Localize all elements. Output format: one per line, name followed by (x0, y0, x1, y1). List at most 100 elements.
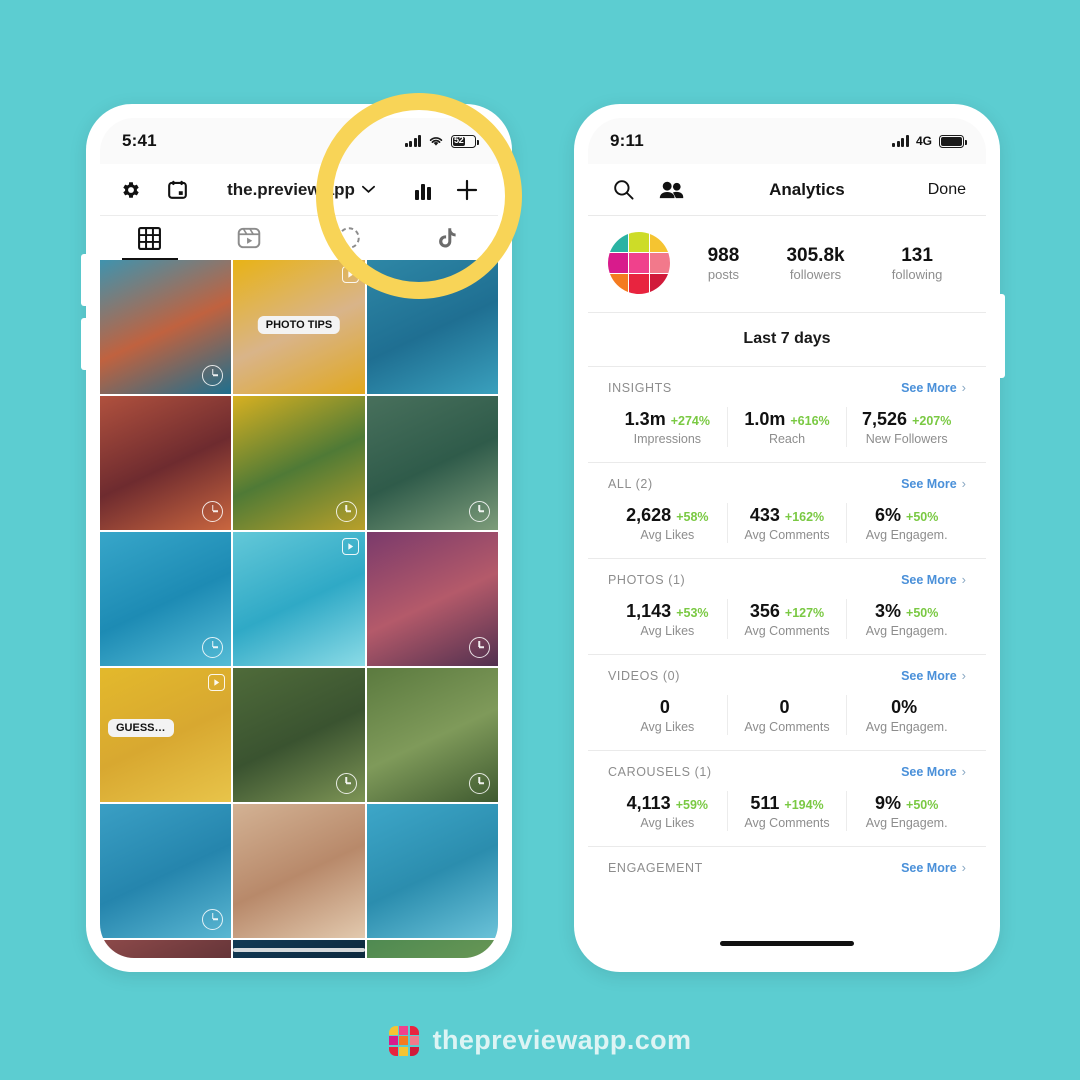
profile-stat[interactable]: 988 posts (708, 244, 740, 283)
metric: 3% +50% Avg Engagem. (846, 599, 966, 639)
avatar-tile (629, 253, 649, 273)
avatar-tile (650, 232, 670, 252)
grid-photo[interactable] (233, 803, 365, 938)
metric-delta: +50% (906, 606, 939, 620)
preview-toolbar: the.preview.app (100, 164, 498, 216)
grid-photo[interactable] (100, 531, 232, 666)
metric-caption: Avg Engagem. (865, 624, 948, 638)
metric-delta: +162% (784, 510, 825, 524)
metric-row: 1.3m +274% Impressions 1.0m +616% Reach 7,526 +… (608, 407, 966, 447)
metric: 1.0m +616% Reach (726, 407, 847, 447)
metric: 0 Avg Likes (608, 695, 727, 735)
chevron-down-icon (361, 185, 375, 194)
tab-reels[interactable] (200, 216, 300, 260)
grid-icon (138, 226, 162, 250)
grid-photo[interactable] (366, 939, 498, 958)
metric: 511 +194% Avg Comments (726, 791, 847, 831)
power-button[interactable] (999, 294, 1005, 378)
see-more-link[interactable]: See More › (901, 380, 966, 395)
cellular-bars-icon (404, 135, 421, 147)
done-button[interactable]: Done (928, 181, 966, 199)
see-more-link[interactable]: See More › (901, 764, 966, 779)
grid-photo[interactable] (100, 939, 232, 958)
metric-caption: Avg Likes (640, 816, 695, 830)
metric-value: 433 (749, 505, 780, 525)
gear-icon[interactable] (116, 179, 146, 201)
grid-photo[interactable] (100, 395, 232, 530)
tab-grid[interactable] (100, 216, 200, 260)
stat-label: followers (789, 267, 842, 283)
scheduled-clock-icon (202, 364, 224, 386)
metric-caption: Impressions (633, 432, 702, 446)
section-header: INSIGHTS See More › (608, 380, 966, 395)
home-indicator-right (720, 941, 854, 946)
grid-photo[interactable] (233, 531, 365, 666)
metric-delta: +274% (670, 414, 710, 428)
section-header: ALL (2) See More › (608, 476, 966, 491)
chevron-right-icon: › (961, 860, 966, 875)
grid-photo[interactable] (233, 667, 365, 802)
metric: 1.3m +274% Impressions (608, 407, 727, 447)
profile-stat[interactable]: 131 following (892, 244, 943, 283)
metric: 6% +50% Avg Engagem. (846, 503, 966, 543)
grid-photo[interactable] (366, 260, 498, 394)
grid-photo[interactable] (233, 395, 365, 530)
grid-photo[interactable] (366, 395, 498, 530)
footer-watermark: thepreviewapp.com (0, 1025, 1080, 1056)
status-time: 5:41 (122, 131, 157, 150)
grid-photo[interactable] (366, 667, 498, 802)
grid-photo[interactable] (100, 260, 232, 394)
metric: 0% Avg Engagem. (846, 695, 966, 735)
plus-icon[interactable] (452, 178, 482, 202)
metric: 0 Avg Comments (726, 695, 847, 735)
scheduled-clock-icon (335, 500, 357, 522)
photo-caption: PHOTO TIPS (257, 316, 341, 335)
metric-value: 6% (875, 505, 902, 525)
metric-value: 7,526 (862, 409, 908, 429)
status-time-right: 9:11 (610, 131, 644, 150)
see-more-link[interactable]: See More › (901, 572, 966, 587)
analytics-section: ALL (2) See More › 2,628 +58% Avg Likes 433 +16… (588, 463, 986, 559)
avatar[interactable] (608, 232, 670, 294)
grid-photo[interactable] (366, 803, 498, 938)
volume-down-button[interactable] (81, 318, 87, 370)
home-indicator (233, 948, 365, 952)
grid-photo[interactable]: PHOTO TIPS (233, 260, 365, 394)
logo-tile (409, 1025, 419, 1035)
left-phone-screen: 5:41 52 the.preview.app PHOTO TIPS GUESS… (100, 118, 498, 958)
avatar-tile (650, 274, 670, 294)
section-title: CAROUSELS (1) (608, 764, 712, 779)
metric-value: 4,113 (626, 793, 671, 813)
volume-up-button[interactable] (81, 254, 87, 306)
section-header: VIDEOS (0) See More › (608, 668, 966, 683)
metric: 9% +50% Avg Engagem. (846, 791, 966, 831)
metric-caption: Avg Comments (744, 528, 830, 542)
profile-summary: 988 posts 305.8k followers 131 following (588, 216, 986, 313)
stat-value: 988 (707, 244, 740, 266)
see-more-link[interactable]: See More › (901, 668, 966, 683)
account-switcher[interactable]: the.preview.app (192, 180, 410, 200)
analytics-section: ENGAGEMENT See More › (588, 847, 986, 890)
search-icon[interactable] (608, 179, 638, 200)
grid-photo[interactable] (100, 803, 232, 938)
metric-delta: +50% (906, 510, 939, 524)
chevron-right-icon: › (961, 572, 966, 587)
metric-caption: Avg Comments (744, 624, 830, 638)
reels-icon (237, 227, 261, 249)
metric-row: 2,628 +58% Avg Likes 433 +162% Avg Comments 6%… (608, 503, 966, 543)
stat-value: 131 (901, 244, 933, 266)
grid-photo[interactable] (366, 531, 498, 666)
tab-tiktok[interactable] (399, 216, 499, 260)
date-range-label[interactable]: Last 7 days (588, 313, 986, 367)
metric-caption: Avg Engagem. (865, 816, 948, 830)
see-more-link[interactable]: See More › (901, 476, 966, 491)
status-indicators-right: 4G (892, 134, 967, 148)
see-more-link[interactable]: See More › (901, 860, 966, 875)
calendar-icon[interactable] (162, 179, 192, 200)
tab-stories[interactable] (299, 216, 399, 260)
profile-stat[interactable]: 305.8k followers (786, 244, 844, 283)
analytics-section: INSIGHTS See More › 1.3m +274% Impressions 1.0… (588, 367, 986, 463)
grid-photo[interactable]: GUESS… (100, 667, 232, 802)
bar-chart-icon[interactable] (410, 180, 440, 200)
people-icon[interactable] (656, 180, 686, 200)
